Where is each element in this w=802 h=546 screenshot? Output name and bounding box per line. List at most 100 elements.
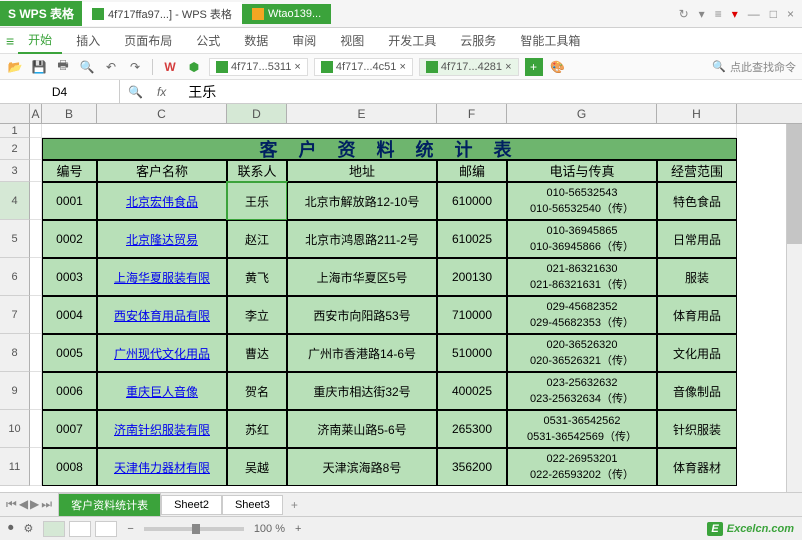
doc-tab-3[interactable]: 4f717...4281 × [419, 58, 519, 76]
view-page[interactable] [69, 521, 91, 537]
row-header-5[interactable]: 5 [0, 220, 30, 258]
cell-phone[interactable]: 010-56532543010-56532540（传） [507, 182, 657, 220]
col-header-f[interactable]: F [437, 104, 507, 123]
cell-addr[interactable]: 广州市香港路14-6号 [287, 334, 437, 372]
row-header-4[interactable]: 4 [0, 182, 30, 220]
menu-icon[interactable]: ≡ [715, 7, 722, 21]
doc-tab-1[interactable]: 4f717...5311 × [209, 58, 308, 76]
vertical-scrollbar[interactable] [786, 124, 802, 492]
cell-id[interactable]: 0001 [42, 182, 97, 220]
cell-zip[interactable]: 510000 [437, 334, 507, 372]
cell-id[interactable]: 0007 [42, 410, 97, 448]
sheet-nav-prev[interactable]: ◀ [19, 497, 28, 512]
open-icon[interactable]: 📂 [6, 58, 24, 76]
spreadsheet-grid[interactable]: A B C D E F G H 1 2 客 户 资 料 统 计 表 3 编号 客… [0, 104, 802, 492]
cell-id[interactable]: 0005 [42, 334, 97, 372]
cell-contact[interactable]: 李立 [227, 296, 287, 334]
select-all-corner[interactable] [0, 104, 30, 123]
sheet-tab-1[interactable]: 客户资料统计表 [58, 493, 161, 517]
view-normal[interactable] [43, 521, 65, 537]
app-menu-icon[interactable]: ≡ [6, 33, 14, 49]
find-command[interactable]: 🔍 点此查找命令 [712, 59, 796, 75]
settings-icon[interactable]: ⚙ [24, 522, 34, 535]
row-header-1[interactable]: 1 [0, 124, 30, 138]
fx-icon[interactable]: fx [151, 85, 172, 99]
zoom-slider[interactable] [144, 527, 244, 531]
row-header-3[interactable]: 3 [0, 160, 30, 182]
save-icon[interactable]: 💾 [30, 58, 48, 76]
record-icon[interactable]: ⏺ [8, 522, 14, 535]
cell-zip[interactable]: 265300 [437, 410, 507, 448]
menu-cloud[interactable]: 云服务 [450, 28, 506, 53]
wps-w-icon[interactable]: W [161, 58, 179, 76]
menu-view[interactable]: 视图 [330, 28, 374, 53]
sheet-nav-next[interactable]: ▶ [30, 497, 39, 512]
preview-icon[interactable]: 🔍 [78, 58, 96, 76]
redo-icon[interactable]: ↷ [126, 58, 144, 76]
cell-biz[interactable]: 特色食品 [657, 182, 737, 220]
zoom-out[interactable]: − [127, 523, 133, 535]
cell-contact[interactable]: 曹达 [227, 334, 287, 372]
row-header-10[interactable]: 10 [0, 410, 30, 448]
cell-addr[interactable]: 天津滨海路8号 [287, 448, 437, 486]
cell-phone[interactable]: 029-45682352029-45682353（传） [507, 296, 657, 334]
cell-contact[interactable]: 吴越 [227, 448, 287, 486]
menu-toolbox[interactable]: 智能工具箱 [510, 28, 590, 53]
cell-contact[interactable]: 黄飞 [227, 258, 287, 296]
cell-id[interactable]: 0006 [42, 372, 97, 410]
cell-addr[interactable]: 北京市解放路12-10号 [287, 182, 437, 220]
sheet-tab-3[interactable]: Sheet3 [222, 495, 283, 515]
add-tab-button[interactable]: + [525, 58, 543, 76]
cell-name[interactable]: 重庆巨人音像 [97, 372, 227, 410]
menu-start[interactable]: 开始 [18, 27, 62, 54]
cell-addr[interactable]: 济南莱山路5-6号 [287, 410, 437, 448]
window-tab-1[interactable]: 4f717ffa97...] - WPS 表格 [82, 2, 242, 26]
cell-zip[interactable]: 356200 [437, 448, 507, 486]
cell-phone[interactable]: 010-36945865010-36945866（传） [507, 220, 657, 258]
menu-layout[interactable]: 页面布局 [114, 28, 182, 53]
col-header-d[interactable]: D [227, 104, 287, 123]
cell-biz[interactable]: 音像制品 [657, 372, 737, 410]
cell-zip[interactable]: 200130 [437, 258, 507, 296]
dropdown-icon[interactable]: ▾ [699, 7, 705, 21]
row-header-6[interactable]: 6 [0, 258, 30, 296]
name-box[interactable]: D4 [0, 80, 120, 103]
cell-zip[interactable]: 710000 [437, 296, 507, 334]
print-icon[interactable]: 🖶 [54, 58, 72, 76]
cell-contact[interactable]: 赵江 [227, 220, 287, 258]
cell-phone[interactable]: 020-36526320020-36526321（传） [507, 334, 657, 372]
cell-zip[interactable]: 400025 [437, 372, 507, 410]
sheet-nav-last[interactable]: ⏭ [41, 497, 52, 512]
col-header-h[interactable]: H [657, 104, 737, 123]
undo-icon[interactable]: ↶ [102, 58, 120, 76]
sheet-tab-2[interactable]: Sheet2 [161, 495, 222, 515]
window-tab-2[interactable]: Wtao139... [242, 4, 331, 24]
maximize-icon[interactable]: □ [770, 7, 777, 21]
cell-addr[interactable]: 北京市鸿恩路211-2号 [287, 220, 437, 258]
cell-zip[interactable]: 610025 [437, 220, 507, 258]
formula-input[interactable]: 王乐 [180, 82, 802, 102]
cell-addr[interactable]: 西安市向阳路53号 [287, 296, 437, 334]
cell-biz[interactable]: 文化用品 [657, 334, 737, 372]
cell-name[interactable]: 上海华夏服装有限 [97, 258, 227, 296]
cell-id[interactable]: 0003 [42, 258, 97, 296]
cell-biz[interactable]: 服装 [657, 258, 737, 296]
cell-zip[interactable]: 610000 [437, 182, 507, 220]
cell-name[interactable]: 西安体育用品有限 [97, 296, 227, 334]
cell-phone[interactable]: 022-26953201022-26593202（传） [507, 448, 657, 486]
minimize-icon[interactable]: — [748, 7, 760, 21]
row-header-8[interactable]: 8 [0, 334, 30, 372]
cell-addr[interactable]: 重庆市相达街32号 [287, 372, 437, 410]
menu-dev[interactable]: 开发工具 [378, 28, 446, 53]
style-icon[interactable]: 🎨 [549, 58, 567, 76]
sync-icon[interactable]: ↻ [679, 7, 689, 21]
cell-contact[interactable]: 王乐 [227, 182, 287, 220]
col-header-c[interactable]: C [97, 104, 227, 123]
cell-id[interactable]: 0008 [42, 448, 97, 486]
cell-name[interactable]: 广州现代文化用品 [97, 334, 227, 372]
cell-name[interactable]: 济南针织服装有限 [97, 410, 227, 448]
search-cell-icon[interactable]: 🔍 [128, 85, 143, 99]
cell-name[interactable]: 北京宏伟食品 [97, 182, 227, 220]
row-header-7[interactable]: 7 [0, 296, 30, 334]
pin-icon[interactable]: ▾ [732, 7, 738, 21]
